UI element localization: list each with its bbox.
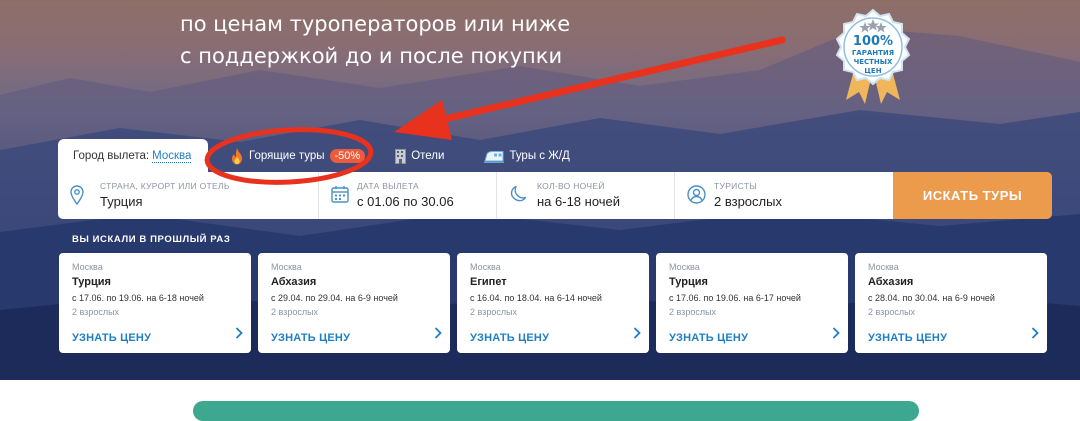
card-destination: Египет: [470, 276, 507, 288]
check-price-link[interactable]: УЗНАТЬ ЦЕНУ: [271, 332, 350, 344]
tourists-value: 2 взрослых: [714, 194, 782, 209]
destination-field[interactable]: СТРАНА, КУРОРТ ИЛИ ОТЕЛЬ Турция: [58, 172, 319, 219]
card-dates: с 17.06. по 19.06. на 6-17 ночей: [669, 293, 801, 303]
check-price-link[interactable]: УЗНАТЬ ЦЕНУ: [669, 332, 748, 344]
chevron-right-icon[interactable]: [832, 326, 840, 344]
card-departure-city: Москва: [669, 262, 700, 272]
headline-line-1: по ценам туроператоров или ниже: [180, 12, 571, 36]
card-tourists: 2 взрослых: [868, 307, 916, 317]
badge-percent: 100%: [852, 34, 894, 49]
destination-value: Турция: [100, 194, 143, 209]
search-tabs: Город вылета: Москва Горящие туры -50% О…: [58, 139, 570, 173]
destination-label: СТРАНА, КУРОРТ ИЛИ ОТЕЛЬ: [100, 181, 230, 191]
badge-line-1: ГАРАНТИЯ: [851, 49, 895, 57]
recent-search-card[interactable]: Москва Абхазия с 28.04. по 30.04. на 6-9…: [855, 253, 1047, 353]
recent-searches-list: Москва Турция с 17.06. по 19.06. на 6-18…: [59, 253, 1047, 353]
recent-search-card[interactable]: Москва Турция с 17.06. по 19.06. на 6-17…: [656, 253, 848, 353]
tab-hot-tours[interactable]: Горящие туры -50%: [230, 139, 366, 173]
departure-city-value[interactable]: Москва: [152, 150, 192, 163]
calendar-icon: [331, 185, 349, 208]
card-destination: Абхазия: [868, 276, 914, 288]
card-dates: с 29.04. по 29.04. на 6-9 ночей: [271, 293, 398, 303]
recent-search-card[interactable]: Москва Египет с 16.04. по 18.04. на 6-14…: [457, 253, 649, 353]
card-tourists: 2 взрослых: [470, 307, 518, 317]
hero-headline: по ценам туроператоров или ниже с поддер…: [180, 8, 570, 72]
tourists-label: ТУРИСТЫ: [714, 181, 758, 191]
departure-city-label: Город вылета:: [73, 150, 150, 162]
location-pin-icon: [70, 185, 84, 210]
headline-line-2: с поддержкой до и после покупки: [180, 44, 563, 68]
recent-searches-title: ВЫ ИСКАЛИ В ПРОШЛЫЙ РАЗ: [72, 234, 231, 245]
card-departure-city: Москва: [72, 262, 103, 272]
user-icon: [687, 185, 706, 209]
tab-hotels[interactable]: Отели: [395, 139, 444, 173]
page-bottom: [0, 380, 1080, 421]
tab-hotels-label: Отели: [411, 150, 445, 162]
card-tourists: 2 взрослых: [271, 307, 319, 317]
recent-search-card[interactable]: Москва Абхазия с 29.04. по 29.04. на 6-9…: [258, 253, 450, 353]
card-tourists: 2 взрослых: [669, 307, 717, 317]
train-icon: [484, 150, 505, 163]
departure-date-field[interactable]: ДАТА ВЫЛЕТА с 01.06 по 30.06: [319, 172, 497, 219]
departure-date-value: с 01.06 по 30.06: [357, 194, 454, 209]
card-destination: Турция: [72, 276, 111, 288]
tourists-field[interactable]: ТУРИСТЫ 2 взрослых: [675, 172, 893, 219]
badge-line-3: ЦЕН: [864, 67, 882, 75]
card-departure-city: Москва: [868, 262, 899, 272]
recent-search-card[interactable]: Москва Турция с 17.06. по 19.06. на 6-18…: [59, 253, 251, 353]
nights-field[interactable]: КОЛ-ВО НОЧЕЙ на 6-18 ночей: [497, 172, 675, 219]
check-price-link[interactable]: УЗНАТЬ ЦЕНУ: [72, 332, 151, 344]
next-section-banner: [193, 401, 919, 421]
card-dates: с 16.04. по 18.04. на 6-14 ночей: [470, 293, 602, 303]
hotel-icon: [395, 148, 407, 164]
check-price-link[interactable]: УЗНАТЬ ЦЕНУ: [470, 332, 549, 344]
chevron-right-icon[interactable]: [633, 326, 641, 344]
moon-icon: [509, 185, 527, 208]
badge-line-2: ЧЕСТНЫХ: [853, 58, 893, 66]
hero-section: по ценам туроператоров или ниже с поддер…: [0, 0, 1080, 380]
departure-date-label: ДАТА ВЫЛЕТА: [357, 181, 420, 191]
chevron-right-icon[interactable]: [235, 326, 243, 344]
tab-hot-tours-label: Горящие туры: [249, 150, 325, 162]
check-price-link[interactable]: УЗНАТЬ ЦЕНУ: [868, 332, 947, 344]
discount-badge: -50%: [329, 149, 366, 163]
search-tours-button[interactable]: ИСКАТЬ ТУРЫ: [893, 172, 1052, 219]
tab-train-tours[interactable]: Туры с Ж/Д: [484, 139, 570, 173]
card-tourists: 2 взрослых: [72, 307, 120, 317]
card-dates: с 28.04. по 30.04. на 6-9 ночей: [868, 293, 995, 303]
guarantee-badge-text: 100% ГАРАНТИЯ ЧЕСТНЫХ ЦЕН: [838, 34, 908, 76]
card-destination: Турция: [669, 276, 708, 288]
chevron-right-icon[interactable]: [1031, 326, 1039, 344]
departure-city-selector[interactable]: Город вылета: Москва: [58, 139, 208, 173]
search-form: СТРАНА, КУРОРТ ИЛИ ОТЕЛЬ Турция ДАТА ВЫЛ…: [58, 172, 1052, 219]
card-departure-city: Москва: [470, 262, 501, 272]
fire-icon: [230, 147, 244, 165]
card-destination: Абхазия: [271, 276, 317, 288]
tab-train-tours-label: Туры с Ж/Д: [509, 150, 570, 162]
nights-label: КОЛ-ВО НОЧЕЙ: [537, 181, 605, 191]
card-departure-city: Москва: [271, 262, 302, 272]
chevron-right-icon[interactable]: [434, 326, 442, 344]
card-dates: с 17.06. по 19.06. на 6-18 ночей: [72, 293, 204, 303]
nights-value: на 6-18 ночей: [537, 194, 621, 209]
